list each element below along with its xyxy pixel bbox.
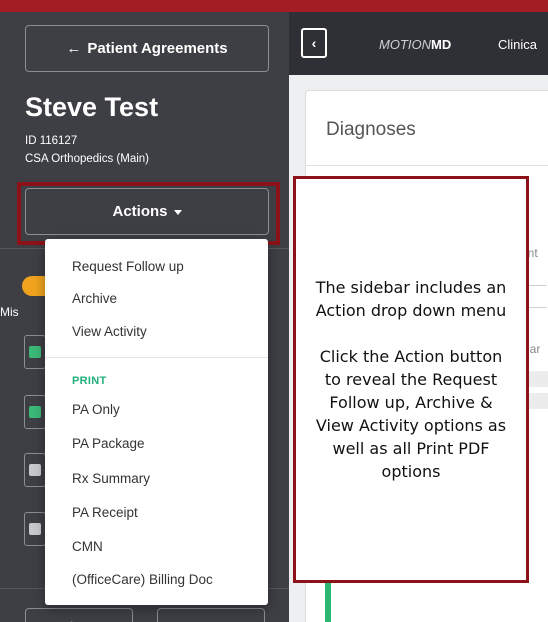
brand-logo: MOTIONMD: [379, 37, 452, 52]
back-to-patient-agreements-button[interactable]: ← Patient Agreements: [25, 25, 269, 72]
check-icon: [29, 346, 41, 358]
check-icon: [29, 523, 41, 535]
arrow-left-icon: ←: [66, 40, 82, 57]
collapse-sidebar-icon[interactable]: ‹: [301, 28, 327, 58]
check-icon: [29, 464, 41, 476]
checklist-item-checkbox[interactable]: [24, 512, 46, 546]
top-navbar: ‹ MOTIONMD Clinica: [289, 12, 548, 75]
menu-item-archive[interactable]: Archive: [72, 291, 117, 306]
nav-link-clinical[interactable]: Clinica: [498, 37, 537, 52]
check-icon: [29, 406, 41, 418]
menu-divider: [45, 357, 268, 358]
menu-item-cmn[interactable]: CMN: [72, 539, 103, 554]
actions-dropdown-menu: Request Follow up Archive View Activity …: [45, 239, 268, 605]
caret-down-icon: [173, 210, 182, 215]
comments-button[interactable]: ● 0: [157, 608, 265, 622]
actions-button-label: Actions: [112, 203, 168, 220]
menu-item-pa-only[interactable]: PA Only: [72, 402, 120, 417]
back-button-label: Patient Agreements: [87, 40, 228, 57]
menu-item-pa-package[interactable]: PA Package: [72, 436, 145, 451]
tutorial-callout: The sidebar includes an Action drop down…: [293, 176, 529, 583]
card-divider: [306, 165, 548, 166]
menu-section-print: PRINT: [72, 375, 107, 387]
menu-item-rx-summary[interactable]: Rx Summary: [72, 471, 150, 486]
top-brand-strip: [0, 0, 548, 12]
patient-name: Steve Test: [25, 92, 159, 122]
callout-text-instructions: Click the Action button to reveal the Re…: [315, 347, 507, 481]
menu-item-view-activity[interactable]: View Activity: [72, 324, 147, 339]
card-title: Diagnoses: [326, 119, 416, 140]
callout-text-intro: The sidebar includes an Action drop down…: [315, 278, 507, 320]
checklist-item-checkbox[interactable]: [24, 453, 46, 487]
actions-button[interactable]: Actions: [25, 188, 269, 235]
patient-practice: CSA Orthopedics (Main): [25, 153, 149, 165]
checklist-item-checkbox[interactable]: [24, 335, 46, 369]
checklist-item-checkbox[interactable]: [24, 395, 46, 429]
menu-item-pa-receipt[interactable]: PA Receipt: [72, 505, 138, 520]
menu-item-request-follow-up[interactable]: Request Follow up: [72, 259, 184, 274]
attachments-button[interactable]: ✎ 0: [25, 608, 133, 622]
menu-item-officecare-billing-doc[interactable]: (OfficeCare) Billing Doc: [72, 572, 213, 587]
partial-label: Mis: [0, 305, 19, 319]
patient-id: ID 116127: [25, 135, 78, 147]
